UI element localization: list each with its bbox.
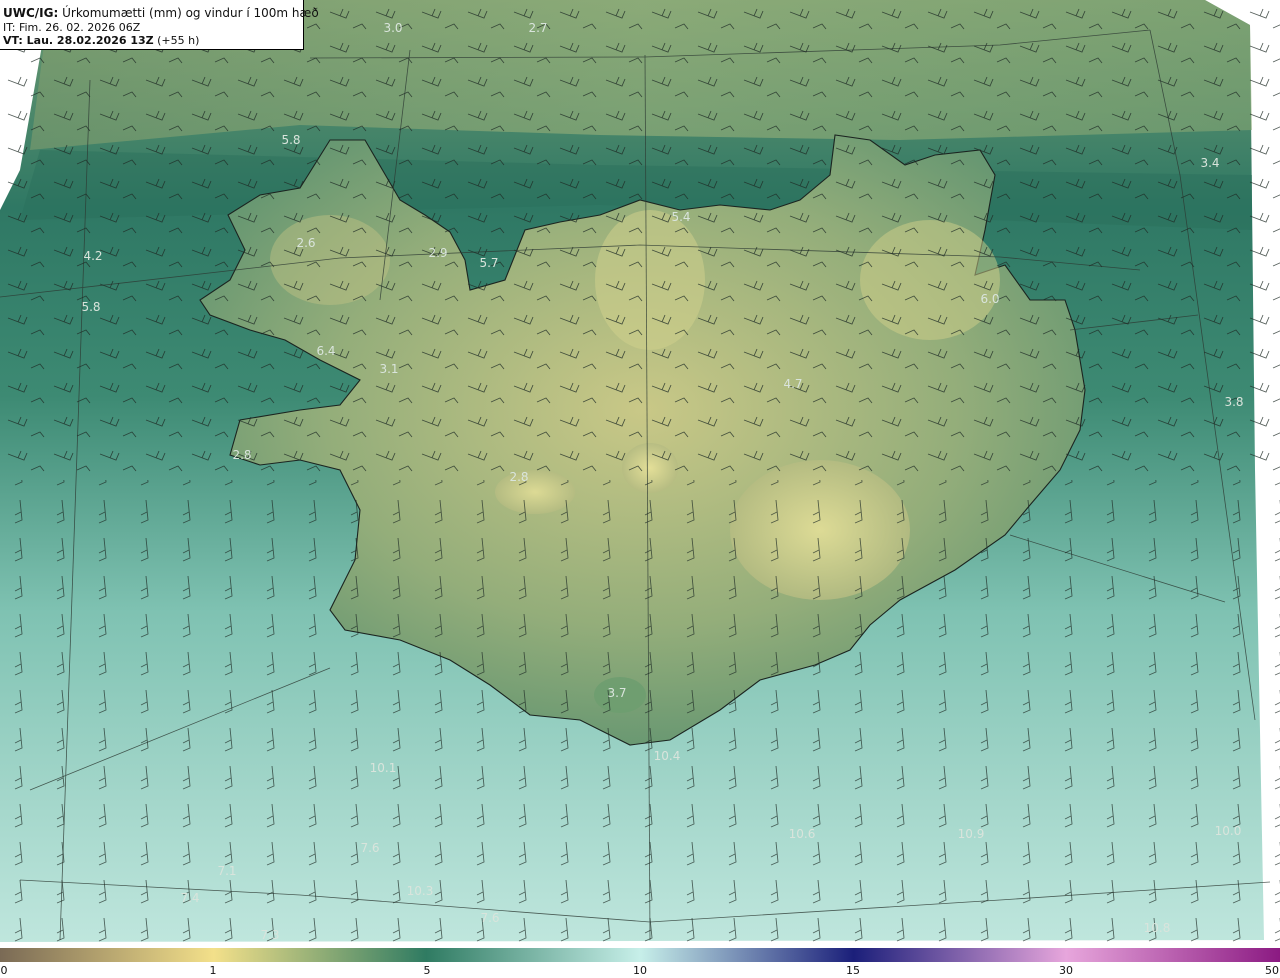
product-title: Úrkomumætti (mm) og vindur í 100m hæð: [62, 6, 319, 20]
product-code: UWC/IG:: [3, 6, 59, 20]
value-label: 3.8: [1224, 395, 1243, 409]
value-label: 2.9: [428, 246, 447, 260]
value-label: 4.7: [783, 377, 802, 391]
value-label: 10.3: [407, 884, 434, 898]
value-label: 4.2: [83, 249, 102, 263]
value-label: 2.6: [296, 236, 315, 250]
colorbar-tick-label: 10: [633, 964, 647, 977]
value-label: 10.6: [789, 827, 816, 841]
colorbar-tick-label: 1: [209, 964, 217, 977]
map-header: UWC/IG: Úrkomumætti (mm) og vindur í 100…: [0, 0, 319, 50]
colorbar-tick-label: 50: [1265, 964, 1279, 977]
value-label: 6.4: [316, 344, 335, 358]
value-label: 10.9: [958, 827, 985, 841]
value-label: 3.4: [1200, 156, 1219, 170]
colorbar-tick-label: 0: [0, 964, 8, 977]
colorbar-tick-label: 15: [846, 964, 860, 977]
value-label: 10.0: [1215, 824, 1242, 838]
value-label: 5.8: [281, 133, 300, 147]
value-label: 7.4: [180, 891, 199, 905]
value-label: 6.0: [980, 292, 999, 306]
valid-time: VT: Lau. 28.02.2026 13Z: [3, 34, 154, 47]
value-label: 2.8: [509, 470, 528, 484]
value-label: 7.6: [360, 841, 379, 855]
value-label: 3.1: [379, 362, 398, 376]
forecast-lead: (+55 h): [157, 34, 200, 47]
value-label: 7.3: [260, 928, 279, 942]
wind-barbs-south: [0, 480, 1280, 948]
value-label: 10.1: [370, 761, 397, 775]
value-label: 10.4: [654, 749, 681, 763]
value-label: 5.4: [671, 210, 690, 224]
value-label: 2.7: [528, 21, 547, 35]
value-label: 5.7: [479, 256, 498, 270]
value-label: 10.8: [1144, 921, 1171, 935]
precip-wind-map: 3.0 2.7 5.8 3.4 5.4 4.2 2.6 2.9 5.7 5.8 6.0 6.4 3.1 4…: [0, 0, 1280, 948]
value-label: 7.6: [480, 911, 499, 925]
colorbar-tick-label: 5: [423, 964, 431, 977]
colorbar: 0 1 5 10 15 30 50: [0, 948, 1280, 978]
value-label: 3.7: [607, 686, 626, 700]
value-label: 2.8: [232, 448, 251, 462]
wind-barbs-north: [0, 0, 1280, 480]
value-label: 3.0: [383, 21, 402, 35]
issue-time: IT: Fim. 26. 02. 2026 06Z: [3, 21, 141, 34]
colorbar-gradient: [0, 948, 1280, 962]
value-label: 7.1: [217, 864, 236, 878]
colorbar-tick-label: 30: [1059, 964, 1073, 977]
value-label: 5.8: [81, 300, 100, 314]
